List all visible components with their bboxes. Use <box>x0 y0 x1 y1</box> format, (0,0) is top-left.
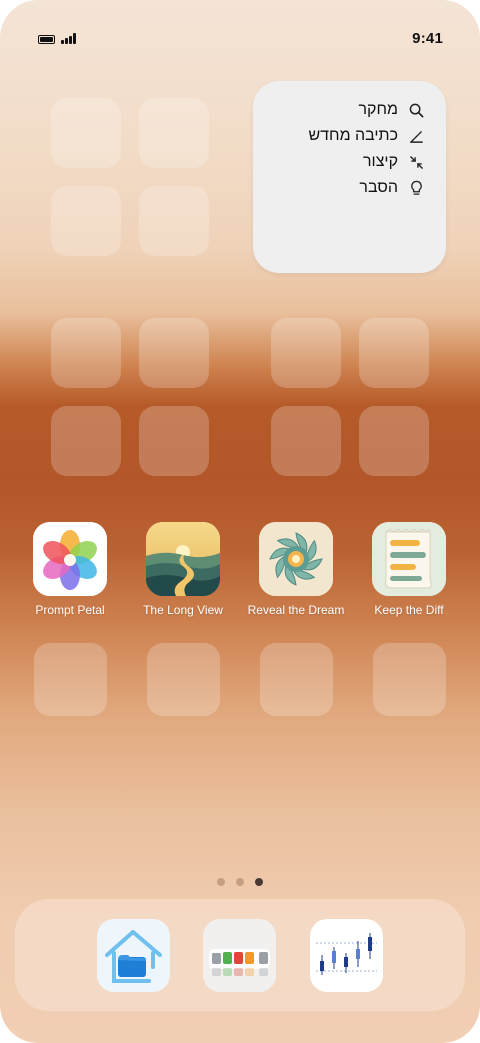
app-label: Reveal the Dream <box>247 603 345 617</box>
app-reveal-the-dream[interactable]: Reveal the Dream <box>241 522 351 617</box>
flower-petal-icon <box>33 522 107 596</box>
placeholder-app[interactable] <box>359 318 429 388</box>
winding-road-icon <box>146 522 220 596</box>
signal-icon <box>61 33 77 44</box>
app-prompt-petal[interactable]: Prompt Petal <box>15 522 125 617</box>
aperture-flower-icon <box>259 522 333 596</box>
home-folder-icon <box>97 919 170 992</box>
app-label: The Long View <box>143 603 223 617</box>
placeholder-app[interactable] <box>139 98 209 168</box>
app-the-long-view[interactable]: The Long View <box>128 522 238 617</box>
widget-item-rewrite[interactable]: כתיבה מחדש <box>308 125 424 147</box>
app-label: Prompt Petal <box>35 603 105 617</box>
placeholder-app[interactable] <box>51 98 121 168</box>
placeholder-app[interactable] <box>359 406 429 476</box>
page-dot[interactable] <box>236 878 244 886</box>
app-keep-the-diff[interactable]: Keep the Diff <box>354 522 464 617</box>
placeholder-app[interactable] <box>139 406 209 476</box>
status-time: 9:41 <box>412 30 443 47</box>
app-label: Keep the Diff <box>374 603 444 617</box>
widget-item-label: קיצור <box>362 153 398 170</box>
color-palette-grid-icon <box>203 919 276 992</box>
receipt-diff-icon <box>372 522 446 596</box>
placeholder-app[interactable] <box>271 406 341 476</box>
dock-app-stocks[interactable] <box>310 919 383 992</box>
widget-item-explain[interactable]: הסבר <box>359 177 424 199</box>
widget-item-label: כתיבה מחדש <box>308 127 398 144</box>
placeholder-app[interactable] <box>51 318 121 388</box>
placeholder-app[interactable] <box>373 643 446 716</box>
placeholder-app[interactable] <box>147 643 220 716</box>
shortcuts-widget[interactable]: מחקר כתיבה מחדש קיצור הסבר <box>253 81 446 273</box>
battery-icon <box>38 35 55 44</box>
dock-app-palette[interactable] <box>203 919 276 992</box>
shrink-arrows-icon <box>408 154 424 170</box>
widget-item-label: הסבר <box>359 179 398 196</box>
placeholder-app[interactable] <box>271 318 341 388</box>
home-screen: 9:41 מחקר כתיבה מחדש קיצור הסבר Prompt P… <box>0 0 480 1043</box>
placeholder-app[interactable] <box>51 406 121 476</box>
dock-app-files[interactable] <box>97 919 170 992</box>
placeholder-app[interactable] <box>51 186 121 256</box>
page-dot-current[interactable] <box>255 878 263 886</box>
pencil-icon <box>408 128 424 144</box>
page-dot[interactable] <box>217 878 225 886</box>
placeholder-app[interactable] <box>260 643 333 716</box>
placeholder-app[interactable] <box>139 318 209 388</box>
placeholder-app[interactable] <box>34 643 107 716</box>
widget-item-summarize[interactable]: קיצור <box>363 151 424 173</box>
placeholder-app[interactable] <box>139 186 209 256</box>
search-icon <box>408 102 424 118</box>
candlestick-chart-icon <box>310 919 383 992</box>
widget-item-label: מחקר <box>358 101 398 118</box>
widget-item-research[interactable]: מחקר <box>358 99 424 121</box>
lightbulb-icon <box>408 180 424 196</box>
